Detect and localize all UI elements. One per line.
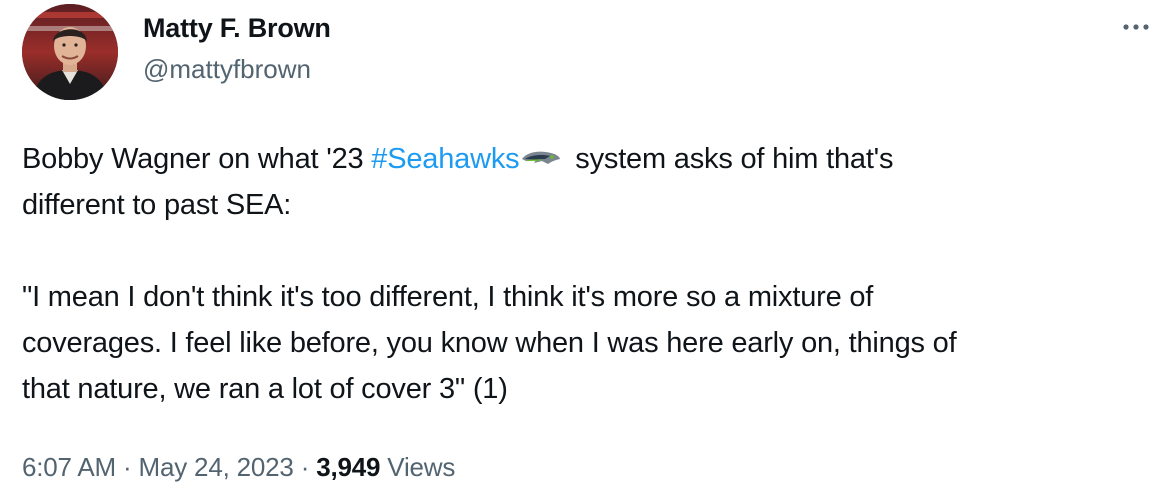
tweet-time[interactable]: 6:07 AM [22, 452, 116, 482]
author-display-name[interactable]: Matty F. Brown [143, 13, 331, 44]
views-label: Views [380, 452, 456, 482]
tweet-line-1: Bobby Wagner on what '23 #Seahawks syste… [22, 136, 1162, 182]
tweet-meta: 6:07 AM · May 24, 2023 · 3,949 Views [22, 452, 455, 483]
tweet-text: Bobby Wagner on what '23 #Seahawks syste… [22, 136, 1162, 412]
seahawks-logo-icon [521, 135, 561, 181]
hashtag-seahawks-link[interactable]: #Seahawks [371, 143, 519, 175]
avatar[interactable] [22, 4, 118, 100]
tweet-line-3: "I mean I don't think it's too different… [22, 281, 874, 313]
tweet-date[interactable]: May 24, 2023 [139, 452, 294, 482]
avatar-image [22, 4, 118, 100]
views-count: 3,949 [316, 452, 381, 482]
tweet-text-segment: Bobby Wagner on what '23 [22, 143, 372, 175]
more-options-icon [1123, 24, 1149, 30]
meta-separator: · [116, 452, 139, 482]
more-options-button[interactable] [1116, 10, 1156, 44]
tweet-card: Matty F. Brown @mattyfbrown Bobby Wagner… [0, 0, 1174, 500]
author-handle[interactable]: @mattyfbrown [143, 54, 311, 85]
tweet-line-2: different to past SEA: [22, 189, 292, 221]
tweet-line-5: that nature, we ran a lot of cover 3" (1… [22, 373, 508, 405]
meta-separator: · [293, 452, 317, 482]
tweet-text-segment: system asks of him that's [567, 143, 894, 175]
tweet-line-4: coverages. I feel like before, you know … [22, 327, 957, 359]
